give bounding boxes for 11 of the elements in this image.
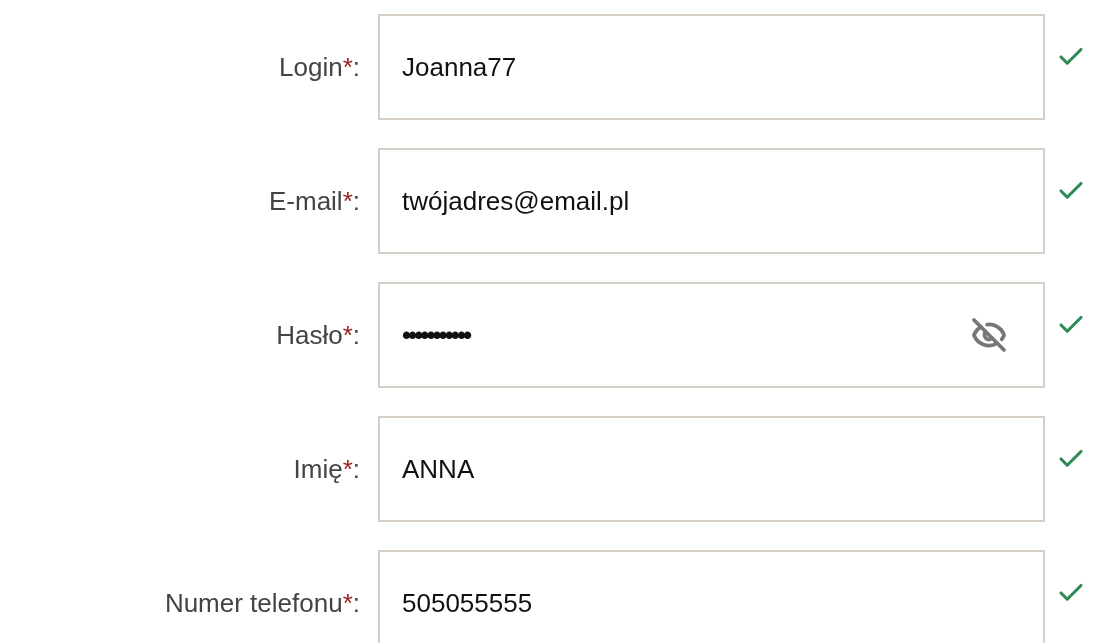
input-field[interactable]: ANNA xyxy=(378,416,1045,522)
field-label: Login*: xyxy=(279,50,360,84)
field-label: E-mail*: xyxy=(268,184,360,218)
field-label: Imię*: xyxy=(293,452,360,486)
eye-off-icon[interactable] xyxy=(971,317,1007,353)
input-field[interactable]: Joanna77 xyxy=(378,14,1045,120)
input-field[interactable]: 505055555 xyxy=(378,550,1045,643)
field-label: Numer telefonu*: xyxy=(164,586,360,620)
password-field[interactable]: ••••••••••• xyxy=(378,282,1045,388)
input-field[interactable]: twójadres@email.pl xyxy=(378,148,1045,254)
field-label: Hasło*: xyxy=(276,318,360,352)
